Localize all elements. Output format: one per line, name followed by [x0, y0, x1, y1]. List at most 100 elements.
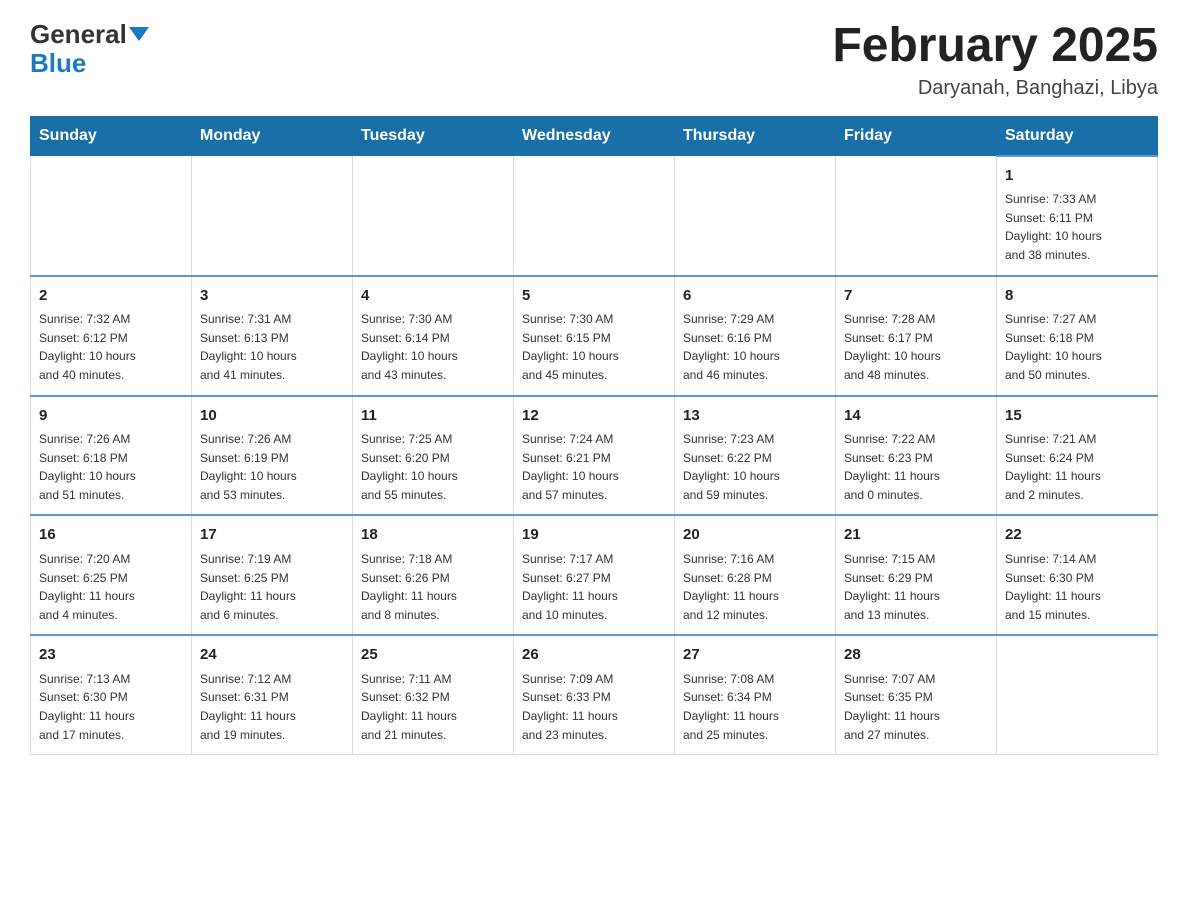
calendar-cell: 15Sunrise: 7:21 AM Sunset: 6:24 PM Dayli…: [997, 396, 1158, 516]
calendar-cell: 28 Sunrise: 7:07 AM Sunset: 6:35 PM Dayli…: [836, 635, 997, 754]
calendar-cell: 26 Sunrise: 7:09 AM Sunset: 6:33 PM Dayli…: [514, 635, 675, 754]
day-info: Sunrise: 7:26 AM Sunset: 6:18 PM Dayligh…: [39, 430, 183, 504]
calendar-title: February 2025: [832, 20, 1158, 73]
day-number: 26: [522, 644, 666, 667]
day-info: Sunrise: 7:13 AM Sunset: 6:30 PM Dayligh…: [39, 670, 183, 744]
calendar-cell: 12Sunrise: 7:24 AM Sunset: 6:21 PM Dayli…: [514, 396, 675, 516]
calendar-cell: 11Sunrise: 7:25 AM Sunset: 6:20 PM Dayli…: [353, 396, 514, 516]
title-area: February 2025 Daryanah, Banghazi, Libya: [832, 20, 1158, 100]
weekday-header-tuesday: Tuesday: [353, 116, 514, 156]
day-number: 9: [39, 405, 183, 428]
logo: General Blue: [30, 20, 149, 77]
day-info: Sunrise: 7:30 AM Sunset: 6:15 PM Dayligh…: [522, 310, 666, 384]
day-number: 23: [39, 644, 183, 667]
calendar-cell: 17 Sunrise: 7:19 AM Sunset: 6:25 PM Dayli…: [192, 515, 353, 635]
day-number: 28: [844, 644, 988, 667]
day-info: Sunrise: 7:09 AM Sunset: 6:33 PM Dayligh…: [522, 670, 666, 744]
day-info: Sunrise: 7:30 AM Sunset: 6:14 PM Dayligh…: [361, 310, 505, 384]
calendar-cell: 25 Sunrise: 7:11 AM Sunset: 6:32 PM Dayli…: [353, 635, 514, 754]
day-info: Sunrise: 7:21 AM Sunset: 6:24 PM Dayligh…: [1005, 430, 1149, 504]
day-info: Sunrise: 7:23 AM Sunset: 6:22 PM Dayligh…: [683, 430, 827, 504]
day-info: Sunrise: 7:17 AM Sunset: 6:27 PM Dayligh…: [522, 550, 666, 624]
day-info: Sunrise: 7:15 AM Sunset: 6:29 PM Dayligh…: [844, 550, 988, 624]
day-number: 12: [522, 405, 666, 428]
day-info: Sunrise: 7:31 AM Sunset: 6:13 PM Dayligh…: [200, 310, 344, 384]
calendar-cell: 6Sunrise: 7:29 AM Sunset: 6:16 PM Daylig…: [675, 276, 836, 396]
day-info: Sunrise: 7:08 AM Sunset: 6:34 PM Dayligh…: [683, 670, 827, 744]
calendar-cell: 3Sunrise: 7:31 AM Sunset: 6:13 PM Daylig…: [192, 276, 353, 396]
day-info: Sunrise: 7:18 AM Sunset: 6:26 PM Dayligh…: [361, 550, 505, 624]
day-number: 6: [683, 285, 827, 308]
calendar-cell: 9Sunrise: 7:26 AM Sunset: 6:18 PM Daylig…: [31, 396, 192, 516]
calendar-cell: [836, 156, 997, 276]
day-number: 11: [361, 405, 505, 428]
day-number: 1: [1005, 165, 1149, 188]
day-number: 25: [361, 644, 505, 667]
day-number: 27: [683, 644, 827, 667]
day-number: 17: [200, 524, 344, 547]
logo-blue-text: Blue: [30, 48, 86, 78]
calendar-cell: 24 Sunrise: 7:12 AM Sunset: 6:31 PM Dayli…: [192, 635, 353, 754]
calendar-cell: [997, 635, 1158, 754]
weekday-header-wednesday: Wednesday: [514, 116, 675, 156]
day-info: Sunrise: 7:20 AM Sunset: 6:25 PM Dayligh…: [39, 550, 183, 624]
day-info: Sunrise: 7:28 AM Sunset: 6:17 PM Dayligh…: [844, 310, 988, 384]
logo-triangle-icon: [129, 27, 149, 41]
day-info: Sunrise: 7:24 AM Sunset: 6:21 PM Dayligh…: [522, 430, 666, 504]
calendar-cell: 20 Sunrise: 7:16 AM Sunset: 6:28 PM Dayli…: [675, 515, 836, 635]
day-number: 13: [683, 405, 827, 428]
week-row-3: 9Sunrise: 7:26 AM Sunset: 6:18 PM Daylig…: [31, 396, 1158, 516]
calendar-cell: 7Sunrise: 7:28 AM Sunset: 6:17 PM Daylig…: [836, 276, 997, 396]
calendar-cell: 1Sunrise: 7:33 AM Sunset: 6:11 PM Daylig…: [997, 156, 1158, 276]
calendar-cell: 22 Sunrise: 7:14 AM Sunset: 6:30 PM Dayli…: [997, 515, 1158, 635]
day-number: 19: [522, 524, 666, 547]
day-number: 10: [200, 405, 344, 428]
day-number: 4: [361, 285, 505, 308]
day-info: Sunrise: 7:07 AM Sunset: 6:35 PM Dayligh…: [844, 670, 988, 744]
day-info: Sunrise: 7:14 AM Sunset: 6:30 PM Dayligh…: [1005, 550, 1149, 624]
calendar-table: SundayMondayTuesdayWednesdayThursdayFrid…: [30, 116, 1158, 755]
weekday-header-thursday: Thursday: [675, 116, 836, 156]
calendar-cell: 27 Sunrise: 7:08 AM Sunset: 6:34 PM Dayli…: [675, 635, 836, 754]
day-info: Sunrise: 7:33 AM Sunset: 6:11 PM Dayligh…: [1005, 190, 1149, 264]
calendar-cell: 19 Sunrise: 7:17 AM Sunset: 6:27 PM Dayli…: [514, 515, 675, 635]
page-header: General Blue February 2025 Daryanah, Ban…: [30, 20, 1158, 100]
calendar-cell: 4Sunrise: 7:30 AM Sunset: 6:14 PM Daylig…: [353, 276, 514, 396]
calendar-cell: 18Sunrise: 7:18 AM Sunset: 6:26 PM Dayli…: [353, 515, 514, 635]
day-info: Sunrise: 7:19 AM Sunset: 6:25 PM Dayligh…: [200, 550, 344, 624]
calendar-cell: 23 Sunrise: 7:13 AM Sunset: 6:30 PM Dayli…: [31, 635, 192, 754]
calendar-cell: 5Sunrise: 7:30 AM Sunset: 6:15 PM Daylig…: [514, 276, 675, 396]
calendar-cell: [192, 156, 353, 276]
calendar-cell: [353, 156, 514, 276]
calendar-cell: 21Sunrise: 7:15 AM Sunset: 6:29 PM Dayli…: [836, 515, 997, 635]
day-number: 16: [39, 524, 183, 547]
day-number: 24: [200, 644, 344, 667]
weekday-header-sunday: Sunday: [31, 116, 192, 156]
week-row-4: 16 Sunrise: 7:20 AM Sunset: 6:25 PM Dayli…: [31, 515, 1158, 635]
day-number: 2: [39, 285, 183, 308]
day-info: Sunrise: 7:25 AM Sunset: 6:20 PM Dayligh…: [361, 430, 505, 504]
day-info: Sunrise: 7:22 AM Sunset: 6:23 PM Dayligh…: [844, 430, 988, 504]
day-info: Sunrise: 7:27 AM Sunset: 6:18 PM Dayligh…: [1005, 310, 1149, 384]
week-row-5: 23 Sunrise: 7:13 AM Sunset: 6:30 PM Dayli…: [31, 635, 1158, 754]
day-number: 8: [1005, 285, 1149, 308]
calendar-cell: 14Sunrise: 7:22 AM Sunset: 6:23 PM Dayli…: [836, 396, 997, 516]
day-number: 20: [683, 524, 827, 547]
day-info: Sunrise: 7:12 AM Sunset: 6:31 PM Dayligh…: [200, 670, 344, 744]
day-number: 5: [522, 285, 666, 308]
day-info: Sunrise: 7:32 AM Sunset: 6:12 PM Dayligh…: [39, 310, 183, 384]
weekday-header-saturday: Saturday: [997, 116, 1158, 156]
weekday-header-row: SundayMondayTuesdayWednesdayThursdayFrid…: [31, 116, 1158, 156]
weekday-header-monday: Monday: [192, 116, 353, 156]
day-info: Sunrise: 7:29 AM Sunset: 6:16 PM Dayligh…: [683, 310, 827, 384]
calendar-cell: 8Sunrise: 7:27 AM Sunset: 6:18 PM Daylig…: [997, 276, 1158, 396]
day-info: Sunrise: 7:16 AM Sunset: 6:28 PM Dayligh…: [683, 550, 827, 624]
logo-general-text: General: [30, 20, 127, 49]
day-info: Sunrise: 7:11 AM Sunset: 6:32 PM Dayligh…: [361, 670, 505, 744]
day-info: Sunrise: 7:26 AM Sunset: 6:19 PM Dayligh…: [200, 430, 344, 504]
calendar-cell: [31, 156, 192, 276]
week-row-2: 2Sunrise: 7:32 AM Sunset: 6:12 PM Daylig…: [31, 276, 1158, 396]
day-number: 7: [844, 285, 988, 308]
day-number: 22: [1005, 524, 1149, 547]
calendar-cell: 16 Sunrise: 7:20 AM Sunset: 6:25 PM Dayli…: [31, 515, 192, 635]
